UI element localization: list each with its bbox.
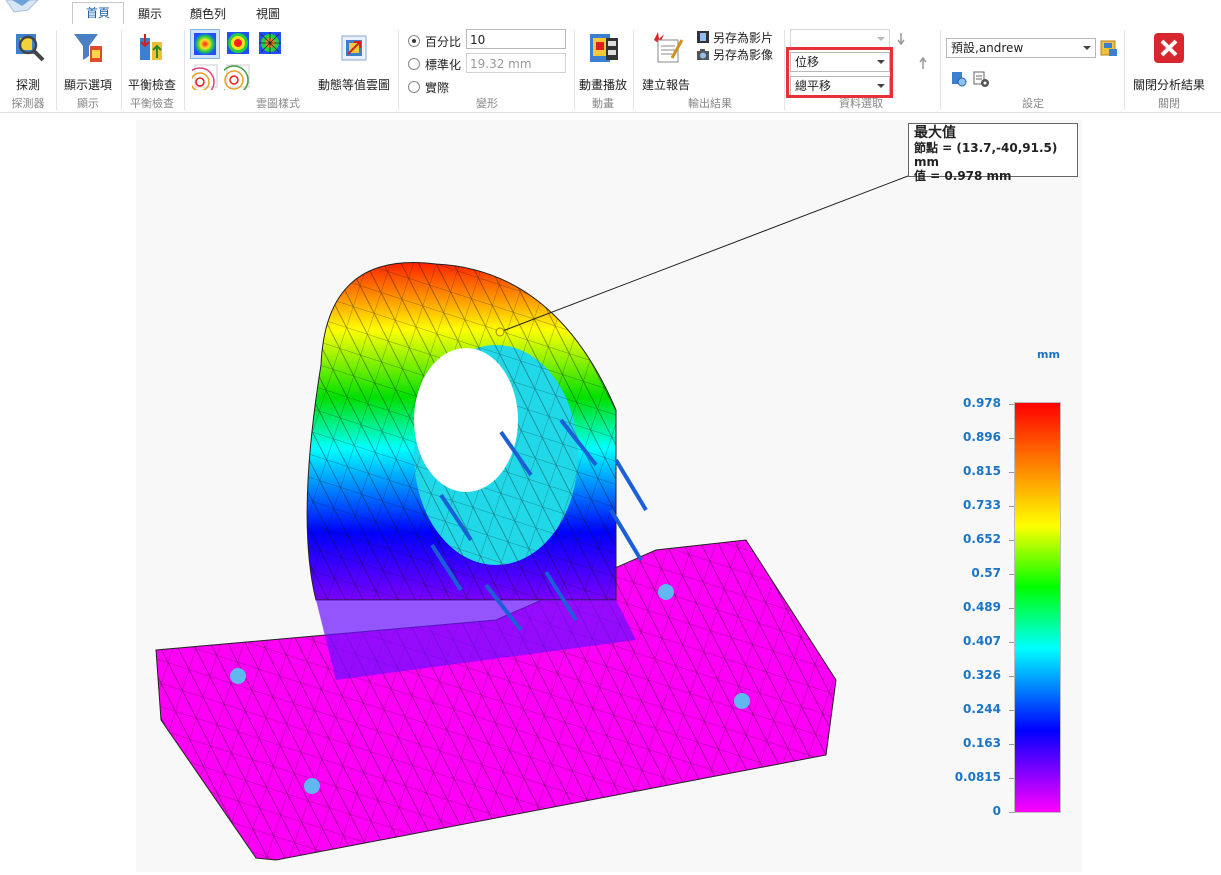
legend-tick: [1009, 676, 1014, 677]
data-selection-highlight: [786, 47, 893, 98]
arrow-up-icon[interactable]: [918, 56, 928, 70]
contour-mesh-icon: [259, 32, 281, 54]
separator: [574, 30, 575, 110]
legend-value: 0.489: [963, 600, 1001, 614]
separator: [56, 30, 57, 110]
film-icon: [590, 34, 618, 62]
legend-tick: [1009, 574, 1014, 575]
separator: [398, 30, 399, 110]
legend-tick: [1009, 642, 1014, 643]
balance-icon: [140, 34, 162, 60]
separator: [121, 30, 122, 110]
legend-tick: [1009, 404, 1014, 405]
camera-icon: [697, 49, 709, 60]
save-as-image-button[interactable]: 另存為影像: [696, 46, 780, 62]
legend-value: 0.896: [963, 430, 1001, 444]
separator: [784, 30, 785, 110]
settings-load-icon[interactable]: [950, 70, 968, 88]
balance-check-button[interactable]: 平衡檢查: [123, 28, 181, 92]
contour-lines-filled-button[interactable]: [219, 62, 252, 95]
legend-tick: [1009, 540, 1014, 541]
legend-tick: [1009, 438, 1014, 439]
callout-title: 最大值: [914, 125, 956, 141]
probe-button[interactable]: 探測: [4, 28, 52, 92]
separator: [184, 30, 185, 110]
save-as-video-button[interactable]: 另存為影片: [696, 29, 780, 45]
legend-value: 0.0815: [954, 770, 1001, 784]
group-label-probe: 探測器: [11, 97, 45, 110]
separator: [633, 30, 634, 110]
contour-mesh-button[interactable]: [256, 29, 284, 57]
group-label-output: 輸出結果: [688, 97, 732, 110]
tab-view[interactable]: 視圖: [246, 4, 290, 24]
group-label-deformation: 變形: [476, 97, 498, 110]
legend-tick: [1009, 778, 1014, 779]
dynamic-contour-icon: [341, 35, 367, 61]
legend-value: 0.57: [971, 566, 1001, 580]
fea-model-render: [155, 175, 909, 861]
legend-value: 0.407: [963, 634, 1001, 648]
contour-banded-button[interactable]: [224, 29, 252, 57]
tab-home[interactable]: 首頁: [72, 2, 124, 26]
report-icon: [654, 32, 684, 63]
callout-node: 節點 = (13.7,-40,91.5) mm: [914, 141, 1058, 169]
group-label-close: 關閉: [1158, 97, 1180, 110]
ribbon: 探測 探測器 顯示選項 顯示 平衡檢查 平衡檢查 雲圖樣式 動態等值雲圖 百分比…: [0, 24, 1221, 113]
ribbon-tabs: 首頁 顯示 顏色列 視圖: [0, 0, 1221, 26]
settings-profile-select[interactable]: 預設,andrew: [946, 38, 1096, 58]
legend-tick: [1009, 744, 1014, 745]
legend-tick: [1009, 472, 1014, 473]
tab-display[interactable]: 顯示: [128, 4, 172, 24]
settings-save-icon[interactable]: [1100, 39, 1118, 57]
legend-value: 0.652: [963, 532, 1001, 546]
settings-gear-icon[interactable]: [972, 70, 990, 88]
legend-value: 0.244: [963, 702, 1001, 716]
legend-tick: [1009, 608, 1014, 609]
tab-colorbar[interactable]: 顏色列: [180, 4, 236, 24]
deform-normalized-input[interactable]: 19.32 mm: [466, 53, 566, 73]
create-report-button[interactable]: 建立報告: [638, 28, 694, 92]
contour-smooth-icon: [194, 33, 216, 55]
contour-lines-button[interactable]: [185, 62, 220, 97]
legend-value: 0.733: [963, 498, 1001, 512]
close-analysis-button[interactable]: 關閉分析結果: [1128, 28, 1210, 92]
display-options-button[interactable]: 顯示選項: [58, 28, 118, 92]
legend-tick: [1009, 812, 1014, 813]
legend-value: 0: [992, 804, 1001, 818]
film-small-icon: [697, 31, 709, 43]
legend-tick: [1009, 710, 1014, 711]
legend-unit: mm: [1037, 348, 1060, 361]
legend-value: 0.163: [963, 736, 1001, 750]
group-label-animation: 動畫: [592, 97, 614, 110]
legend-value: 0.326: [963, 668, 1001, 682]
group-label-balance: 平衡檢查: [130, 97, 174, 110]
separator: [1124, 30, 1125, 110]
legend-tick: [1009, 506, 1014, 507]
contour-smooth-button[interactable]: [190, 29, 220, 59]
chevron-down-icon: [877, 37, 885, 41]
arrow-down-icon[interactable]: [896, 32, 906, 46]
animation-play-button[interactable]: 動畫播放: [576, 28, 630, 92]
legend-value: 0.815: [963, 464, 1001, 478]
group-label-settings: 設定: [1022, 97, 1044, 110]
chevron-down-icon: [1083, 46, 1091, 50]
callout-value: 值 = 0.978 mm: [914, 169, 1012, 183]
group-label-contour: 雲圖樣式: [256, 97, 300, 110]
data-type-select[interactable]: [790, 29, 890, 49]
deform-percent-input[interactable]: 10: [466, 29, 566, 49]
model-viewport[interactable]: [136, 120, 1082, 872]
close-icon: [1154, 33, 1184, 63]
contour-banded-icon: [227, 32, 249, 54]
probe-icon: [16, 34, 45, 62]
max-value-callout: 最大值 節點 = (13.7,-40,91.5) mm 值 = 0.978 mm: [908, 123, 1078, 183]
contour-lines-icon: [185, 64, 218, 97]
group-label-display: 顯示: [77, 97, 99, 110]
dynamic-contour-button[interactable]: 動態等值雲圖: [312, 28, 396, 92]
separator: [940, 30, 941, 110]
filter-icon: [74, 34, 102, 62]
legend-color-bar: [1014, 402, 1061, 813]
legend-value: 0.978: [963, 396, 1001, 410]
contour-lines-filled-icon: [219, 64, 250, 95]
